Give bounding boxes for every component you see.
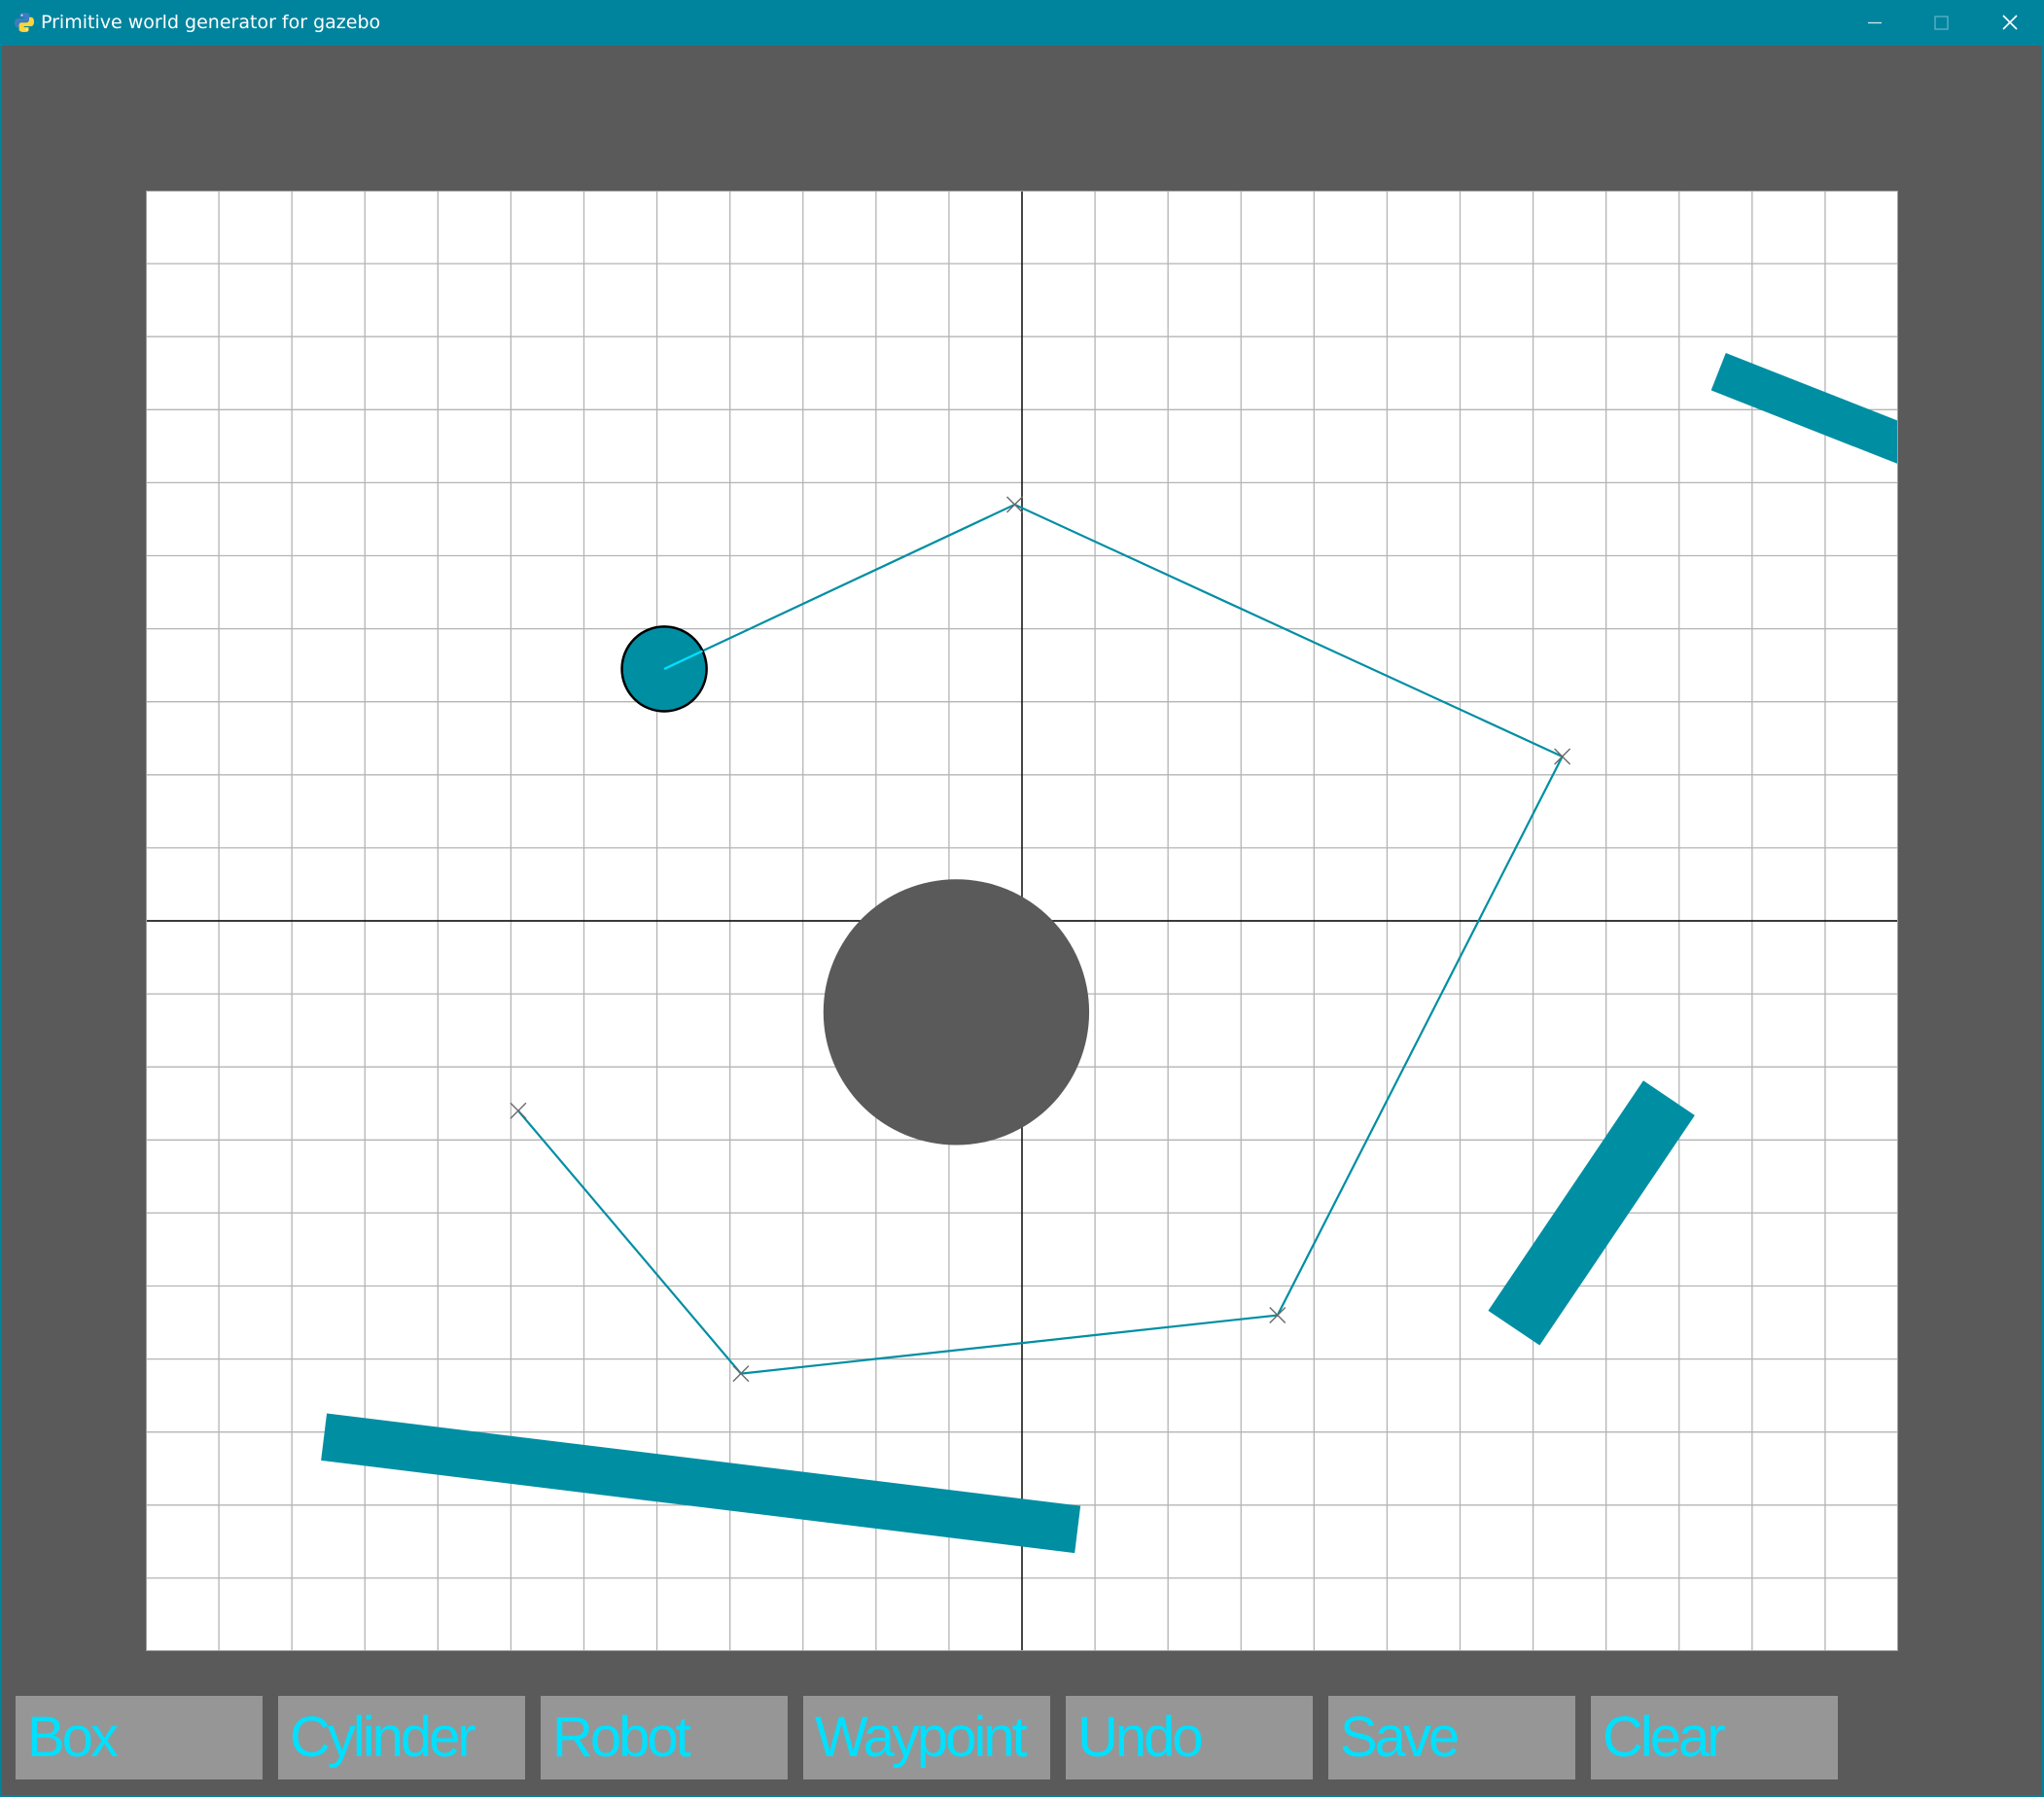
- maximize-icon: [1934, 16, 1949, 30]
- robot-button[interactable]: Robot: [541, 1696, 788, 1779]
- clear-button[interactable]: Clear: [1591, 1696, 1838, 1779]
- cylinders: [823, 879, 1090, 1145]
- waypoint-button[interactable]: Waypoint: [803, 1696, 1050, 1779]
- box-button[interactable]: Box: [16, 1696, 263, 1779]
- cylinder-button[interactable]: Cylinder: [278, 1696, 525, 1779]
- close-button[interactable]: [1978, 0, 2044, 46]
- robot: [620, 625, 708, 713]
- minimize-button[interactable]: [1842, 0, 1908, 46]
- world-canvas[interactable]: [146, 191, 1898, 1651]
- minimize-icon: [1868, 21, 1882, 24]
- maximize-button[interactable]: [1908, 0, 1974, 46]
- close-icon: [2002, 15, 2018, 30]
- window-title: Primitive world generator for gazebo: [41, 12, 381, 33]
- title-bar[interactable]: Primitive world generator for gazebo: [0, 0, 2044, 46]
- app-window: Primitive world generator for gazebo Box…: [0, 0, 2044, 1797]
- python-icon: [15, 13, 34, 32]
- undo-button[interactable]: Undo: [1066, 1696, 1313, 1779]
- cylinder-obstacle: [823, 879, 1090, 1145]
- save-button[interactable]: Save: [1328, 1696, 1575, 1779]
- robot-body: [620, 625, 708, 713]
